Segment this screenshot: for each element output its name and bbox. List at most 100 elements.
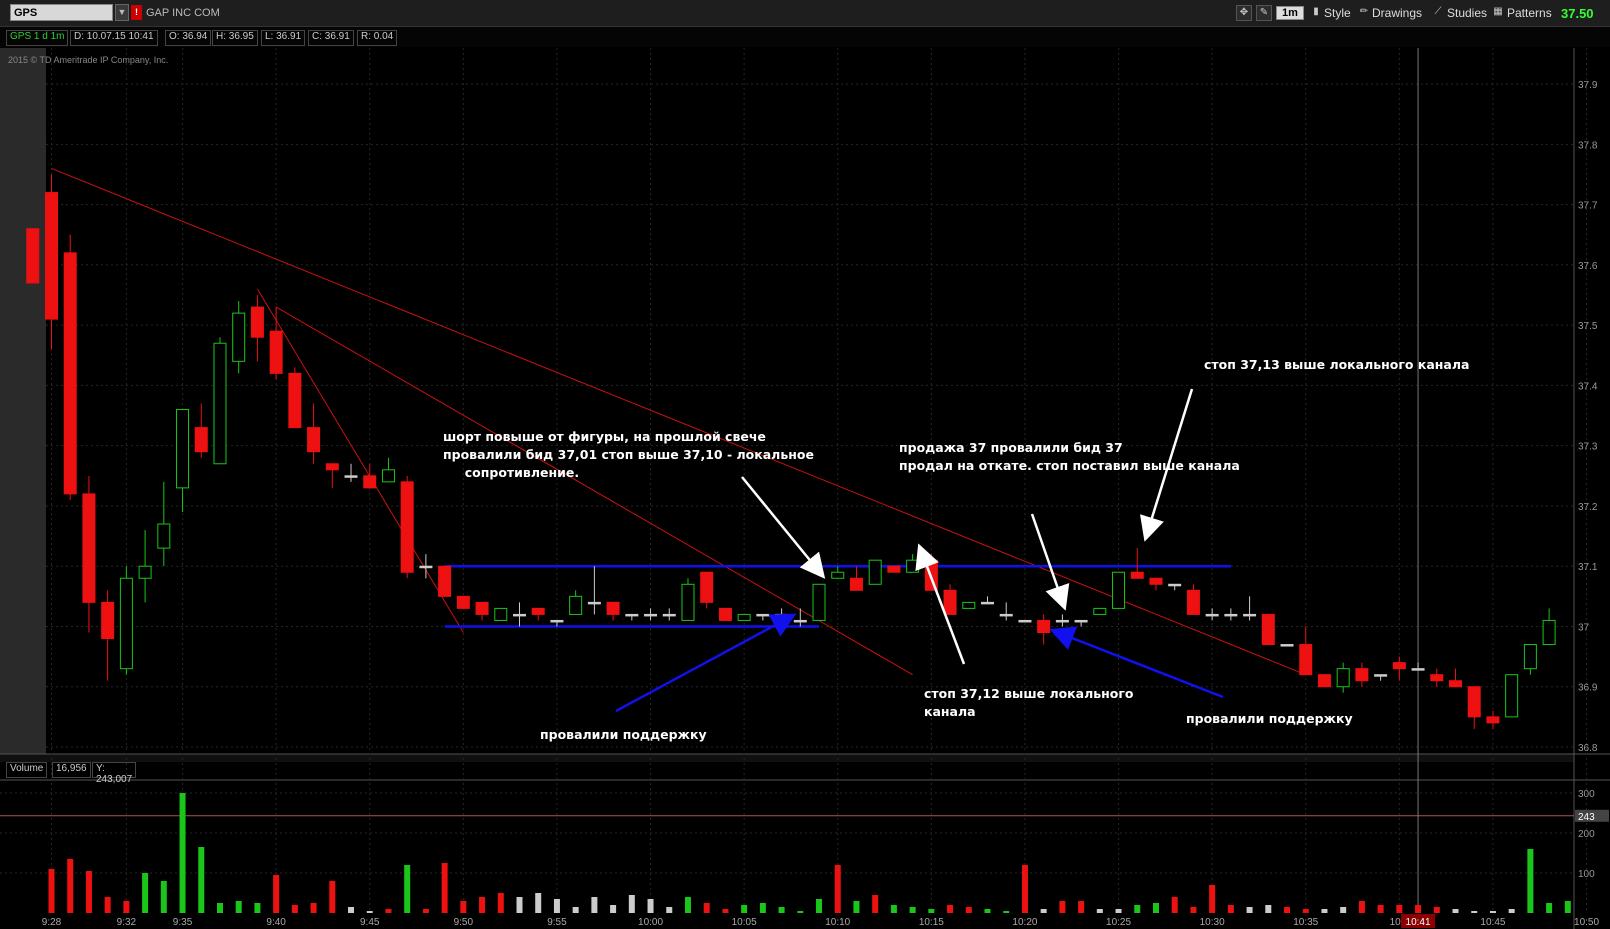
volume-bar xyxy=(1021,865,1028,913)
volume-bar xyxy=(947,905,954,913)
copyright-text: 2015 © TD Ameritrade IP Company, Inc. xyxy=(8,55,169,65)
cursor-time-label: 10:41 xyxy=(1406,917,1431,928)
y-tick-label: 37.4 xyxy=(1578,381,1598,392)
volume-bar xyxy=(291,905,298,913)
x-tick-label: 10:00 xyxy=(638,917,663,928)
volume-bar xyxy=(1265,905,1272,913)
candle-body xyxy=(232,312,246,362)
annotation-note-5: стоп 37,13 выше локального канала xyxy=(1204,357,1470,372)
volume-bar xyxy=(1415,905,1422,913)
style-icon[interactable]: ▮ xyxy=(1308,5,1324,21)
style-button[interactable]: Style xyxy=(1324,5,1351,21)
candle-body xyxy=(849,577,863,591)
candle-body xyxy=(1449,680,1462,688)
timeframe-button[interactable]: 1m xyxy=(1276,6,1304,20)
y-tick-label: 37.3 xyxy=(1578,442,1598,453)
volume-bar xyxy=(160,881,167,913)
volume-label[interactable]: Volume xyxy=(6,762,48,778)
y-tick-label: 37.6 xyxy=(1578,261,1598,272)
y-tick-label: 37.8 xyxy=(1578,140,1598,151)
candle-body xyxy=(1411,668,1425,671)
volume-bar xyxy=(628,895,635,913)
annotation-note-1: шорт повыше от фигуры, на прошлой свече … xyxy=(443,429,814,480)
candle-body xyxy=(700,571,714,603)
range-label: R: 0.04 xyxy=(357,30,398,46)
volume-bar xyxy=(610,905,617,913)
x-tick-label: 10:20 xyxy=(1012,917,1037,928)
volume-bar xyxy=(348,907,355,913)
volume-bar xyxy=(1489,911,1496,913)
x-tick-label: 10:50 xyxy=(1574,917,1599,928)
candle-body xyxy=(456,595,470,609)
volume-bar xyxy=(497,893,504,913)
drawings-button[interactable]: Drawings xyxy=(1372,5,1422,21)
crosshair-icon[interactable]: ✥ xyxy=(1236,5,1252,21)
symbol-dropdown-button[interactable]: ▼ xyxy=(115,4,129,21)
candle-body xyxy=(250,306,264,338)
patterns-button[interactable]: Patterns xyxy=(1507,5,1552,21)
pencil-icon[interactable]: ✏ xyxy=(1356,5,1372,21)
chart-bg xyxy=(0,48,1610,929)
candle-body xyxy=(1130,571,1144,579)
period-label[interactable]: GPS 1 d 1m xyxy=(6,30,69,46)
x-tick-label: 10:25 xyxy=(1106,917,1131,928)
wrench-icon[interactable]: ✎ xyxy=(1256,5,1272,21)
candle-body xyxy=(625,613,639,617)
volume-bar xyxy=(890,905,897,913)
candle-body xyxy=(1093,607,1107,615)
volume-bar xyxy=(216,903,223,913)
candle-body xyxy=(550,619,564,623)
candle-body xyxy=(831,571,845,579)
candle-body xyxy=(981,601,994,605)
volume-bar xyxy=(834,865,841,913)
volume-bar xyxy=(1377,905,1384,913)
volume-bar xyxy=(965,907,972,913)
volume-bar xyxy=(1284,907,1291,913)
candle-body xyxy=(1374,674,1388,677)
alert-flag-icon[interactable]: ! xyxy=(131,5,142,20)
volume-bar xyxy=(310,903,317,913)
candle-body xyxy=(569,595,583,615)
open-label: O: 36.94 xyxy=(165,30,212,46)
x-tick-label: 9:55 xyxy=(547,917,567,928)
volume-y-value: Y: 243,007 xyxy=(92,762,137,785)
candle-body xyxy=(381,469,395,483)
y-tick-label: 37.9 xyxy=(1578,80,1598,91)
volume-bar xyxy=(235,901,242,913)
x-tick-label: 9:28 xyxy=(42,917,62,928)
volume-value: 16,956 xyxy=(52,762,91,778)
candle-body xyxy=(1018,619,1032,623)
candle-body xyxy=(1336,668,1350,688)
studies-button[interactable]: Studies xyxy=(1447,5,1487,21)
patterns-icon[interactable]: ▦ xyxy=(1490,5,1506,21)
x-tick-label: 9:45 xyxy=(360,917,380,928)
volume-bar xyxy=(1433,907,1440,913)
volume-bar xyxy=(422,909,429,913)
x-tick-label: 10:35 xyxy=(1293,917,1318,928)
chart-background xyxy=(0,48,1610,929)
annotation-note-3: продажа 37 провалили бид 37 продал на от… xyxy=(899,440,1240,473)
volume-bar xyxy=(254,903,261,913)
candle-body xyxy=(793,619,807,623)
volume-bar xyxy=(85,871,92,913)
company-name: GAP INC COM xyxy=(146,7,220,19)
candle-body xyxy=(325,463,339,471)
candle-body xyxy=(1280,644,1294,647)
low-label: L: 36.91 xyxy=(261,30,306,46)
candle-body xyxy=(943,589,957,615)
studies-icon[interactable]: ⟋ xyxy=(1430,5,1446,21)
candle-body xyxy=(45,192,58,320)
candle-body xyxy=(812,583,826,621)
symbol-input[interactable]: GPS xyxy=(10,4,113,21)
volume-bar xyxy=(67,859,74,913)
y-tick-label: 37.5 xyxy=(1578,321,1598,332)
volume-bar xyxy=(273,875,280,913)
candle-body xyxy=(157,523,171,549)
y-tick-label: 37 xyxy=(1578,622,1590,633)
candle-body xyxy=(344,475,358,478)
volume-bar xyxy=(797,911,804,913)
volume-bar xyxy=(1152,903,1159,913)
volume-bar xyxy=(198,847,205,913)
candle-body xyxy=(587,601,601,605)
candle-body xyxy=(756,613,770,617)
